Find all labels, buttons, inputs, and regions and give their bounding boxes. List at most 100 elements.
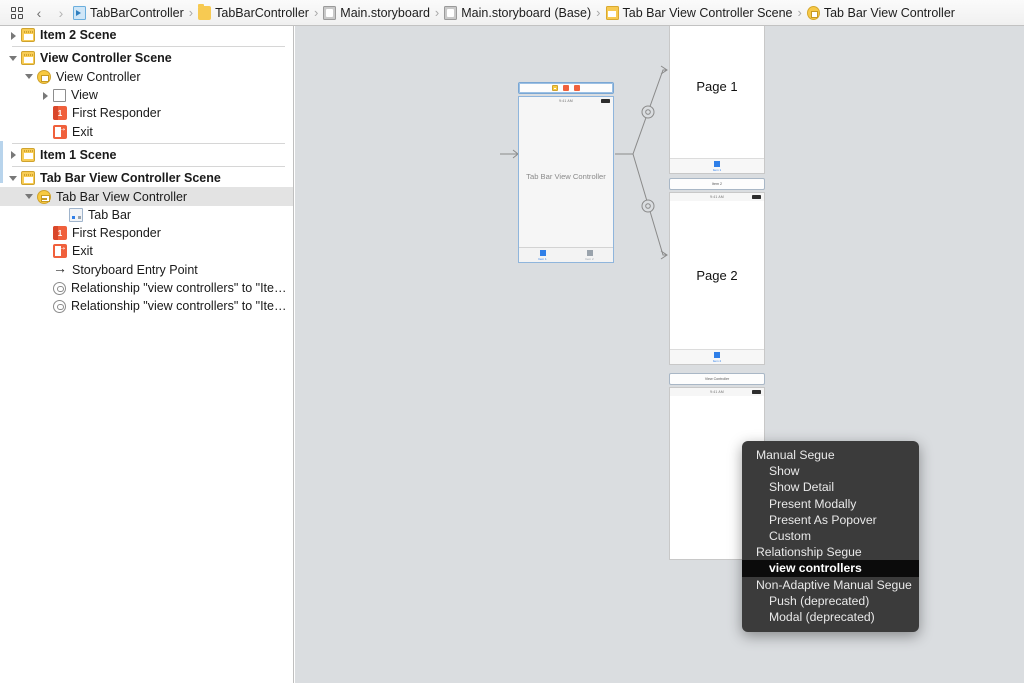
outline-row-label: Tab Bar (88, 207, 132, 222)
scene-center-label: Tab Bar View Controller (526, 171, 606, 181)
outline-row[interactable]: Exit (0, 122, 293, 140)
scene-dock[interactable]: Item 2 (669, 178, 765, 190)
outline-row[interactable]: Tab Bar View Controller (0, 187, 293, 206)
forward-button[interactable]: › (50, 3, 72, 23)
back-button[interactable]: ‹ (28, 3, 50, 23)
scene-icon (21, 51, 35, 66)
first-responder-icon[interactable] (563, 85, 569, 91)
scene-tab-bar-view-controller[interactable]: 9:41 AM Tab Bar View Controller Item 1 I… (518, 82, 614, 263)
menu-item[interactable]: Present As Popover (742, 512, 919, 528)
outline-divider (12, 166, 285, 168)
tab-item-icon (539, 249, 546, 256)
breadcrumb-item-storyboard-base[interactable]: Main.storyboard (Base) (443, 5, 592, 20)
tab-bar[interactable]: Item 1 (670, 158, 764, 173)
scene-page-2[interactable]: Item 2 9:41 AM Page 2 Item 2 (669, 178, 765, 365)
breadcrumb-item-project[interactable]: TabBarController (72, 5, 185, 20)
scene-dock-label: Item 2 (712, 182, 722, 186)
outline-row-label: First Responder (72, 106, 161, 121)
device-frame[interactable]: Page 1 Item 1 (669, 26, 765, 174)
grid-icon[interactable] (6, 3, 28, 23)
outline-row-label: Storyboard Entry Point (72, 262, 198, 277)
outline-row[interactable]: Relationship "view controllers" to "Ite… (0, 279, 293, 297)
menu-item[interactable]: Show (742, 463, 919, 479)
outline-row[interactable]: View Controller Scene (0, 49, 293, 67)
tab-item-label: Item 1 (712, 167, 722, 172)
outline-row[interactable]: First Responder (0, 224, 293, 242)
breadcrumb-separator: › (188, 5, 194, 20)
outline-row[interactable]: Item 2 Scene (0, 26, 293, 44)
menu-group-label: Manual Segue (756, 448, 835, 463)
battery-icon (752, 390, 761, 395)
outline-row-label: View Controller Scene (40, 51, 172, 66)
tab-bar-item-1[interactable]: Item 1 (519, 248, 566, 262)
device-frame[interactable]: 9:41 AM Page 2 Item 2 (669, 192, 765, 365)
status-bar: 9:41 AM (670, 193, 764, 201)
menu-item[interactable]: Show Detail (742, 479, 919, 495)
disclosure-triangle-icon[interactable] (24, 71, 35, 82)
menu-item[interactable]: Custom (742, 528, 919, 544)
outline-row[interactable]: Exit (0, 242, 293, 260)
breadcrumb-separator: › (313, 5, 319, 20)
storyboard-icon (323, 5, 337, 20)
status-bar: 9:41 AM (670, 388, 764, 396)
disclosure-triangle-icon[interactable] (40, 90, 51, 101)
tab-bar-item[interactable]: Item 1 (670, 160, 764, 172)
grid-icon-glyph (11, 6, 23, 19)
exit-icon[interactable] (574, 85, 580, 91)
menu-item[interactable]: view controllers (742, 560, 919, 577)
breadcrumb-separator: › (797, 5, 802, 20)
breadcrumb-item-scene[interactable]: Tab Bar View Controller Scene (605, 5, 794, 20)
tab-item-label: Item 2 (585, 256, 594, 261)
view-controller-icon[interactable] (552, 85, 558, 91)
view-body: Page 1 (670, 26, 764, 158)
menu-item[interactable]: Push (deprecated) (742, 593, 919, 609)
segue-type-context-menu[interactable]: Manual Segue Show Show Detail Present Modal… (742, 441, 919, 633)
outline-row-label: View (71, 88, 98, 103)
outline-row[interactable]: Relationship "view controllers" to "Ite… (0, 297, 293, 315)
outline-list: Item 2 Scene View Controller Scene View Co… (0, 26, 293, 315)
device-frame[interactable]: 9:41 AM Tab Bar View Controller Item 1 I… (518, 96, 614, 263)
tab-bar-icon (69, 207, 83, 222)
entry-point-icon (53, 260, 67, 277)
outline-row[interactable]: Tab Bar (0, 206, 293, 224)
outline-row[interactable]: View Controller (0, 68, 293, 86)
disclosure-triangle-icon[interactable] (8, 149, 19, 160)
outline-row[interactable]: View (0, 86, 293, 104)
breadcrumb-separator: › (596, 5, 601, 20)
outline-row[interactable]: Item 1 Scene (0, 146, 293, 164)
menu-item[interactable]: Present Modally (742, 496, 919, 512)
outline-row[interactable]: Tab Bar View Controller Scene (0, 169, 293, 187)
tab-bar-item[interactable]: Item 2 (670, 351, 764, 363)
disclosure-triangle-icon[interactable] (8, 173, 19, 184)
storyboard-canvas[interactable]: 9:41 AM Tab Bar View Controller Item 1 I… (295, 26, 1024, 683)
document-outline-sidebar[interactable]: Item 2 Scene View Controller Scene View Co… (0, 26, 294, 683)
view-body: Page 2 (670, 201, 764, 349)
disclosure-triangle-icon[interactable] (8, 30, 19, 41)
disclosure-triangle-icon[interactable] (24, 191, 35, 202)
project-icon (73, 5, 86, 20)
outline-row[interactable]: Storyboard Entry Point (0, 260, 293, 279)
outline-row[interactable]: First Responder (0, 104, 293, 122)
tab-bar[interactable]: Item 2 (670, 349, 764, 364)
outline-row-label: Tab Bar View Controller (56, 189, 188, 204)
scene-dock-label: View Controller (704, 377, 730, 381)
tab-bar-item-2[interactable]: Item 2 (566, 248, 613, 262)
scene-dock[interactable]: View Controller (669, 373, 765, 385)
twisty-placeholder (40, 301, 51, 312)
scene-dock[interactable] (518, 82, 614, 94)
breadcrumb-item-folder[interactable]: TabBarController (197, 4, 310, 20)
breadcrumb-item-view-controller[interactable]: Tab Bar View Controller (806, 5, 956, 20)
breadcrumb-label: TabBarController (215, 5, 309, 20)
breadcrumb-label: TabBarController (90, 5, 184, 20)
scene-page-1[interactable]: Page 1 Item 1 (669, 26, 765, 174)
exit-icon (53, 123, 67, 139)
breadcrumb-item-storyboard[interactable]: Main.storyboard (322, 5, 431, 20)
breadcrumb-label: Main.storyboard (Base) (461, 5, 592, 20)
disclosure-triangle-icon[interactable] (8, 53, 19, 64)
first-responder-icon (52, 105, 67, 121)
outline-row-label: Item 1 Scene (40, 147, 117, 162)
tab-bar[interactable]: Item 1 Item 2 (519, 247, 613, 262)
view-controller-icon (806, 5, 820, 20)
menu-item[interactable]: Modal (deprecated) (742, 609, 919, 625)
outline-divider (12, 142, 285, 144)
